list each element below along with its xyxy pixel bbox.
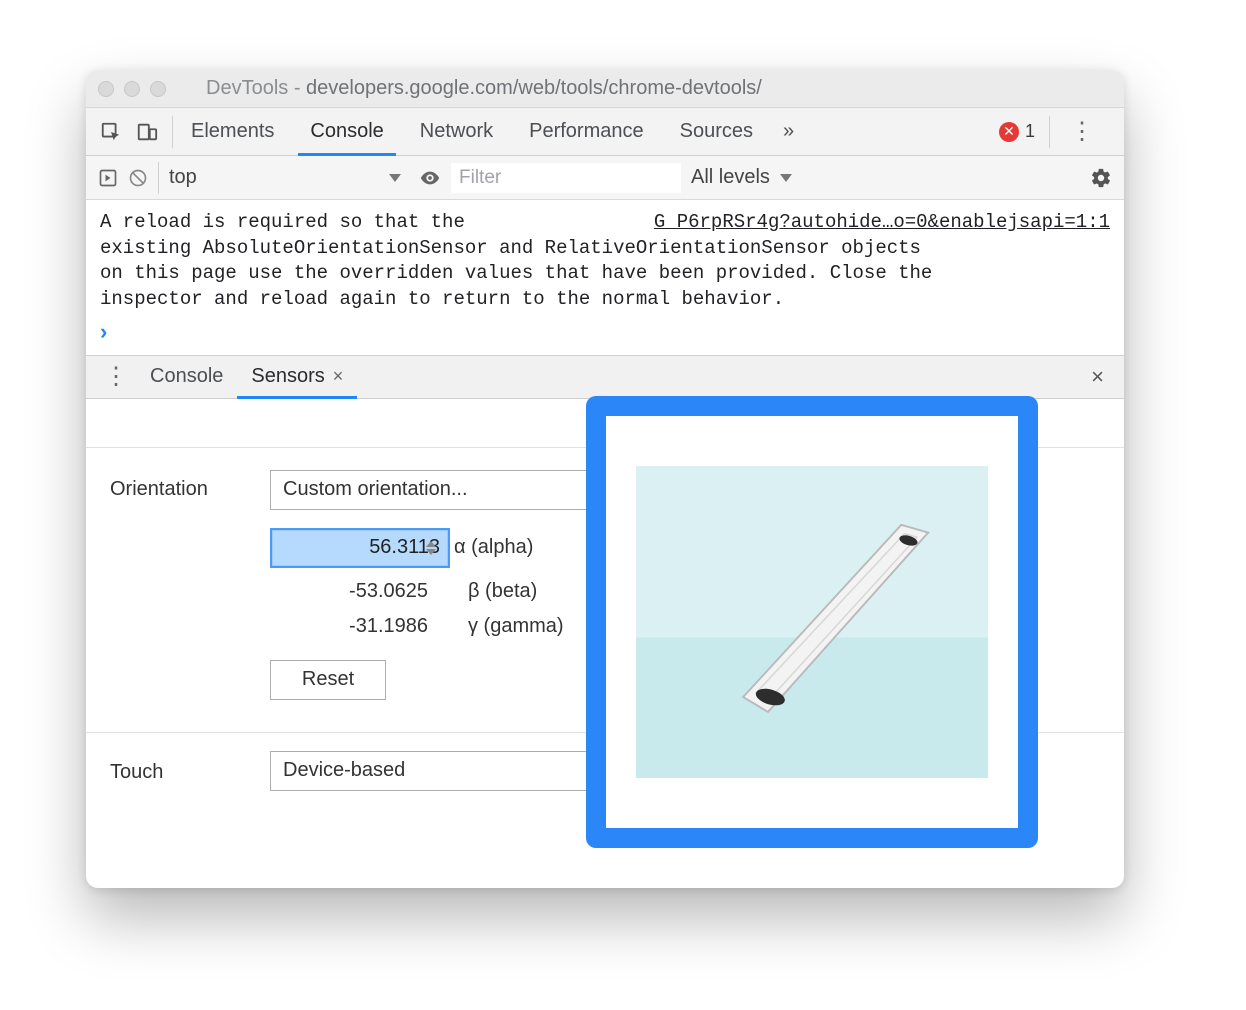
toggle-device-toolbar-icon[interactable] (136, 121, 158, 143)
alpha-label: α (alpha) (454, 536, 533, 559)
tab-performance[interactable]: Performance (511, 108, 662, 155)
tab-console[interactable]: Console (292, 108, 401, 155)
close-window-button[interactable] (98, 81, 114, 97)
log-levels-select[interactable]: All levels (691, 166, 800, 189)
gamma-value[interactable]: -31.1986 (270, 615, 450, 638)
console-text: inspector and reload again to return to … (100, 287, 1110, 313)
minimize-window-button[interactable] (124, 81, 140, 97)
inspect-element-icon[interactable] (100, 121, 122, 143)
console-toolbar: top All levels (86, 156, 1124, 200)
window-title: DevTools - developers.google.com/web/too… (176, 77, 1112, 100)
separator (1049, 116, 1050, 148)
chevron-down-icon (780, 174, 792, 182)
console-prompt[interactable]: › (86, 317, 1124, 355)
execution-context-value: top (169, 166, 197, 189)
console-text: on this page use the overridden values t… (100, 261, 1110, 287)
orientation-preset-select[interactable] (270, 470, 628, 510)
window-titlebar: DevTools - developers.google.com/web/too… (86, 70, 1124, 108)
title-url: developers.google.com/web/tools/chrome-d… (306, 77, 762, 99)
touch-select[interactable] (270, 751, 628, 791)
live-expression-icon[interactable] (419, 167, 441, 189)
close-drawer-button[interactable]: × (1081, 360, 1114, 394)
console-settings-icon[interactable] (1090, 167, 1112, 189)
gamma-label: γ (gamma) (468, 615, 564, 638)
error-count-value: 1 (1025, 121, 1035, 142)
drawer-tab-sensors[interactable]: Sensors × (237, 356, 357, 398)
orientation-label: Orientation (110, 470, 240, 501)
console-text: existing AbsoluteOrientationSensor and R… (100, 236, 1110, 262)
device-model[interactable] (699, 466, 968, 778)
console-text: A reload is required so that the (100, 211, 465, 233)
execution-context-select[interactable]: top (169, 166, 409, 189)
execute-icon[interactable] (98, 168, 118, 188)
console-filter-input[interactable] (451, 163, 681, 193)
tab-network[interactable]: Network (402, 108, 511, 155)
prompt-caret-icon: › (100, 319, 107, 345)
orientation-preset-value[interactable] (270, 470, 594, 510)
error-icon: ✕ (999, 122, 1019, 142)
chevron-down-icon (389, 174, 401, 182)
drawer-tabstrip: ⋮ Console Sensors × × (86, 355, 1124, 399)
clear-console-icon[interactable] (128, 168, 148, 188)
error-count[interactable]: ✕ 1 (999, 121, 1035, 142)
console-message: A reload is required so that the G P6rpR… (86, 200, 1124, 317)
touch-label: Touch (110, 757, 240, 784)
main-tabstrip: Elements Console Network Performance Sou… (86, 108, 1124, 156)
zoom-window-button[interactable] (150, 81, 166, 97)
orientation-preview[interactable] (636, 466, 988, 778)
touch-value[interactable] (270, 751, 594, 791)
alpha-input[interactable] (270, 528, 450, 568)
tabs-overflow-button[interactable]: » (771, 108, 806, 155)
tab-sources[interactable]: Sources (662, 108, 771, 155)
tab-elements[interactable]: Elements (173, 108, 292, 155)
drawer-more-button[interactable]: ⋮ (98, 362, 136, 391)
more-menu-button[interactable]: ⋮ (1064, 117, 1100, 146)
separator (158, 162, 159, 194)
reset-button[interactable]: Reset (270, 660, 386, 700)
beta-label: β (beta) (468, 580, 537, 603)
orientation-preview-highlight (586, 396, 1038, 848)
close-tab-icon[interactable]: × (333, 366, 344, 387)
traffic-lights (98, 81, 166, 97)
console-source-link[interactable]: G P6rpRSr4g?autohide…o=0&enablejsapi=1:1 (654, 210, 1110, 236)
drawer-tab-console[interactable]: Console (136, 356, 237, 398)
beta-value[interactable]: -53.0625 (270, 580, 450, 603)
log-levels-value: All levels (691, 166, 770, 189)
title-prefix: DevTools - (206, 77, 306, 99)
